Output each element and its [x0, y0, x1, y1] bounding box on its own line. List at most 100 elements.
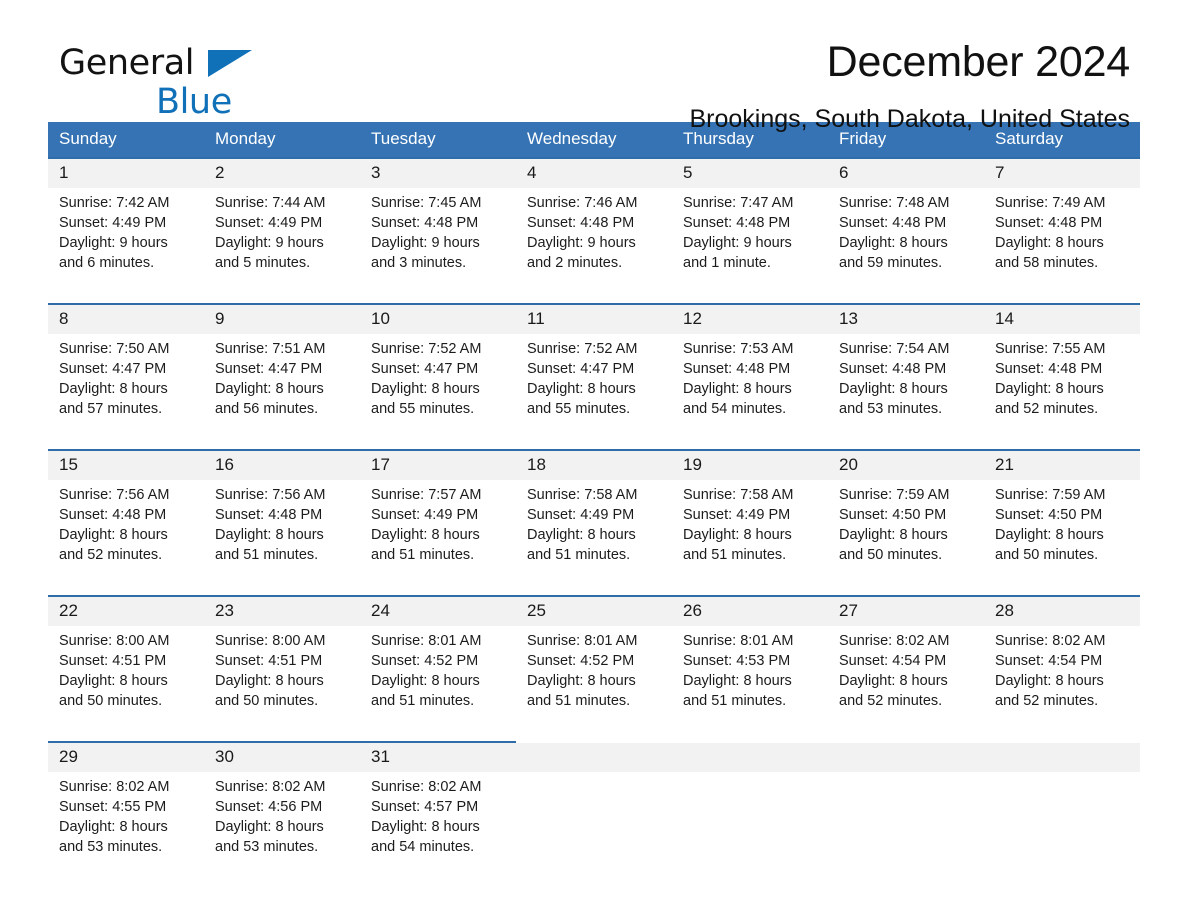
daylight-text: Daylight: 8 hours [59, 819, 168, 835]
sunset-text: Sunset: 4:47 PM [371, 361, 479, 377]
week-details-row: Sunrise: 8:02 AM Sunset: 4:55 PM Dayligh… [48, 772, 1140, 879]
daylight-text: Daylight: 8 hours [215, 819, 324, 835]
day-number: 7 [984, 157, 1140, 188]
daylight-text: Daylight: 8 hours [527, 381, 636, 397]
daylight-text-cont: and 50 minutes. [59, 693, 163, 709]
daylight-text: Daylight: 8 hours [215, 527, 324, 543]
sunrise-text: Sunrise: 8:01 AM [371, 633, 482, 649]
day-cell[interactable]: Sunrise: 7:42 AM Sunset: 4:49 PM Dayligh… [48, 188, 204, 304]
day-cell[interactable]: Sunrise: 8:00 AM Sunset: 4:51 PM Dayligh… [204, 626, 360, 742]
day-cell[interactable]: Sunrise: 8:02 AM Sunset: 4:54 PM Dayligh… [828, 626, 984, 742]
daylight-text-cont: and 53 minutes. [839, 401, 943, 417]
day-cell[interactable]: Sunrise: 7:48 AM Sunset: 4:48 PM Dayligh… [828, 188, 984, 304]
daylight-text-cont: and 50 minutes. [215, 693, 319, 709]
sunrise-text: Sunrise: 7:42 AM [59, 195, 170, 211]
day-cell[interactable]: Sunrise: 7:54 AM Sunset: 4:48 PM Dayligh… [828, 334, 984, 450]
day-cell[interactable]: Sunrise: 7:44 AM Sunset: 4:49 PM Dayligh… [204, 188, 360, 304]
day-cell[interactable]: Sunrise: 7:49 AM Sunset: 4:48 PM Dayligh… [984, 188, 1140, 304]
calendar-page: General Blue December 2024 Brookings, So… [0, 0, 1188, 918]
day-cell[interactable]: Sunrise: 8:01 AM Sunset: 4:52 PM Dayligh… [516, 626, 672, 742]
daylight-text-cont: and 59 minutes. [839, 255, 943, 271]
daylight-text: Daylight: 8 hours [839, 527, 948, 543]
day-cell[interactable]: Sunrise: 7:51 AM Sunset: 4:47 PM Dayligh… [204, 334, 360, 450]
day-cell[interactable]: Sunrise: 8:02 AM Sunset: 4:54 PM Dayligh… [984, 626, 1140, 742]
daylight-text-cont: and 51 minutes. [371, 547, 475, 563]
sunrise-text: Sunrise: 8:01 AM [683, 633, 794, 649]
sunset-text: Sunset: 4:48 PM [215, 507, 323, 523]
day-number: 5 [672, 157, 828, 188]
day-cell-empty [984, 772, 1140, 879]
day-cell[interactable]: Sunrise: 7:45 AM Sunset: 4:48 PM Dayligh… [360, 188, 516, 304]
day-cell[interactable]: Sunrise: 7:58 AM Sunset: 4:49 PM Dayligh… [672, 480, 828, 596]
daylight-text-cont: and 52 minutes. [995, 401, 1099, 417]
day-cell[interactable]: Sunrise: 7:52 AM Sunset: 4:47 PM Dayligh… [516, 334, 672, 450]
day-number: 10 [360, 303, 516, 334]
day-cell-empty [828, 772, 984, 879]
sunset-text: Sunset: 4:49 PM [527, 507, 635, 523]
sunset-text: Sunset: 4:47 PM [59, 361, 167, 377]
day-cell[interactable]: Sunrise: 7:53 AM Sunset: 4:48 PM Dayligh… [672, 334, 828, 450]
daylight-text-cont: and 51 minutes. [527, 547, 631, 563]
day-cell[interactable]: Sunrise: 8:02 AM Sunset: 4:56 PM Dayligh… [204, 772, 360, 879]
daylight-text-cont: and 6 minutes. [59, 255, 155, 271]
day-number-empty [672, 741, 828, 772]
daylight-text: Daylight: 8 hours [683, 527, 792, 543]
general-blue-logo[interactable]: General Blue [59, 46, 359, 120]
sunset-text: Sunset: 4:48 PM [839, 215, 947, 231]
day-cell[interactable]: Sunrise: 7:57 AM Sunset: 4:49 PM Dayligh… [360, 480, 516, 596]
sunrise-text: Sunrise: 7:46 AM [527, 195, 638, 211]
sunset-text: Sunset: 4:55 PM [59, 799, 167, 815]
page-header: General Blue December 2024 Brookings, So… [48, 0, 1140, 133]
sunrise-text: Sunrise: 7:59 AM [839, 487, 950, 503]
day-number: 6 [828, 157, 984, 188]
day-cell[interactable]: Sunrise: 8:01 AM Sunset: 4:53 PM Dayligh… [672, 626, 828, 742]
day-number: 23 [204, 595, 360, 626]
sunset-text: Sunset: 4:48 PM [683, 215, 791, 231]
daylight-text-cont: and 55 minutes. [527, 401, 631, 417]
day-cell[interactable]: Sunrise: 7:52 AM Sunset: 4:47 PM Dayligh… [360, 334, 516, 450]
daylight-text: Daylight: 8 hours [59, 381, 168, 397]
day-cell[interactable]: Sunrise: 7:50 AM Sunset: 4:47 PM Dayligh… [48, 334, 204, 450]
day-number: 25 [516, 595, 672, 626]
day-cell[interactable]: Sunrise: 7:47 AM Sunset: 4:48 PM Dayligh… [672, 188, 828, 304]
sunrise-text: Sunrise: 7:58 AM [683, 487, 794, 503]
day-cell[interactable]: Sunrise: 7:46 AM Sunset: 4:48 PM Dayligh… [516, 188, 672, 304]
weekday-header-sunday: Sunday [48, 122, 204, 158]
daylight-text: Daylight: 8 hours [839, 381, 948, 397]
week-details-row: Sunrise: 8:00 AM Sunset: 4:51 PM Dayligh… [48, 626, 1140, 742]
day-cell[interactable]: Sunrise: 8:02 AM Sunset: 4:57 PM Dayligh… [360, 772, 516, 879]
brand-word-blue: Blue [156, 82, 232, 122]
sunset-text: Sunset: 4:49 PM [215, 215, 323, 231]
sunrise-text: Sunrise: 7:56 AM [59, 487, 170, 503]
day-number: 12 [672, 303, 828, 334]
sunset-text: Sunset: 4:49 PM [683, 507, 791, 523]
daylight-text-cont: and 52 minutes. [59, 547, 163, 563]
week-details-row: Sunrise: 7:42 AM Sunset: 4:49 PM Dayligh… [48, 188, 1140, 304]
sunrise-text: Sunrise: 7:59 AM [995, 487, 1106, 503]
day-number: 9 [204, 303, 360, 334]
day-cell[interactable]: Sunrise: 7:56 AM Sunset: 4:48 PM Dayligh… [48, 480, 204, 596]
day-cell[interactable]: Sunrise: 8:01 AM Sunset: 4:52 PM Dayligh… [360, 626, 516, 742]
day-cell[interactable]: Sunrise: 7:58 AM Sunset: 4:49 PM Dayligh… [516, 480, 672, 596]
daylight-text-cont: and 55 minutes. [371, 401, 475, 417]
sunrise-text: Sunrise: 7:56 AM [215, 487, 326, 503]
day-number: 24 [360, 595, 516, 626]
day-number: 18 [516, 449, 672, 480]
sunset-text: Sunset: 4:49 PM [371, 507, 479, 523]
day-number: 1 [48, 157, 204, 188]
sunrise-text: Sunrise: 8:02 AM [995, 633, 1106, 649]
day-cell[interactable]: Sunrise: 8:00 AM Sunset: 4:51 PM Dayligh… [48, 626, 204, 742]
daylight-text-cont: and 52 minutes. [839, 693, 943, 709]
daylight-text: Daylight: 8 hours [995, 527, 1104, 543]
day-cell[interactable]: Sunrise: 7:55 AM Sunset: 4:48 PM Dayligh… [984, 334, 1140, 450]
sunset-text: Sunset: 4:48 PM [995, 215, 1103, 231]
day-cell[interactable]: Sunrise: 8:02 AM Sunset: 4:55 PM Dayligh… [48, 772, 204, 879]
daylight-text: Daylight: 8 hours [995, 381, 1104, 397]
sunset-text: Sunset: 4:49 PM [59, 215, 167, 231]
week-daynumbers-row: 15 16 17 18 19 20 21 [48, 449, 1140, 480]
day-cell[interactable]: Sunrise: 7:59 AM Sunset: 4:50 PM Dayligh… [828, 480, 984, 596]
daylight-text-cont: and 53 minutes. [59, 839, 163, 855]
day-cell[interactable]: Sunrise: 7:59 AM Sunset: 4:50 PM Dayligh… [984, 480, 1140, 596]
daylight-text-cont: and 51 minutes. [683, 547, 787, 563]
day-cell[interactable]: Sunrise: 7:56 AM Sunset: 4:48 PM Dayligh… [204, 480, 360, 596]
